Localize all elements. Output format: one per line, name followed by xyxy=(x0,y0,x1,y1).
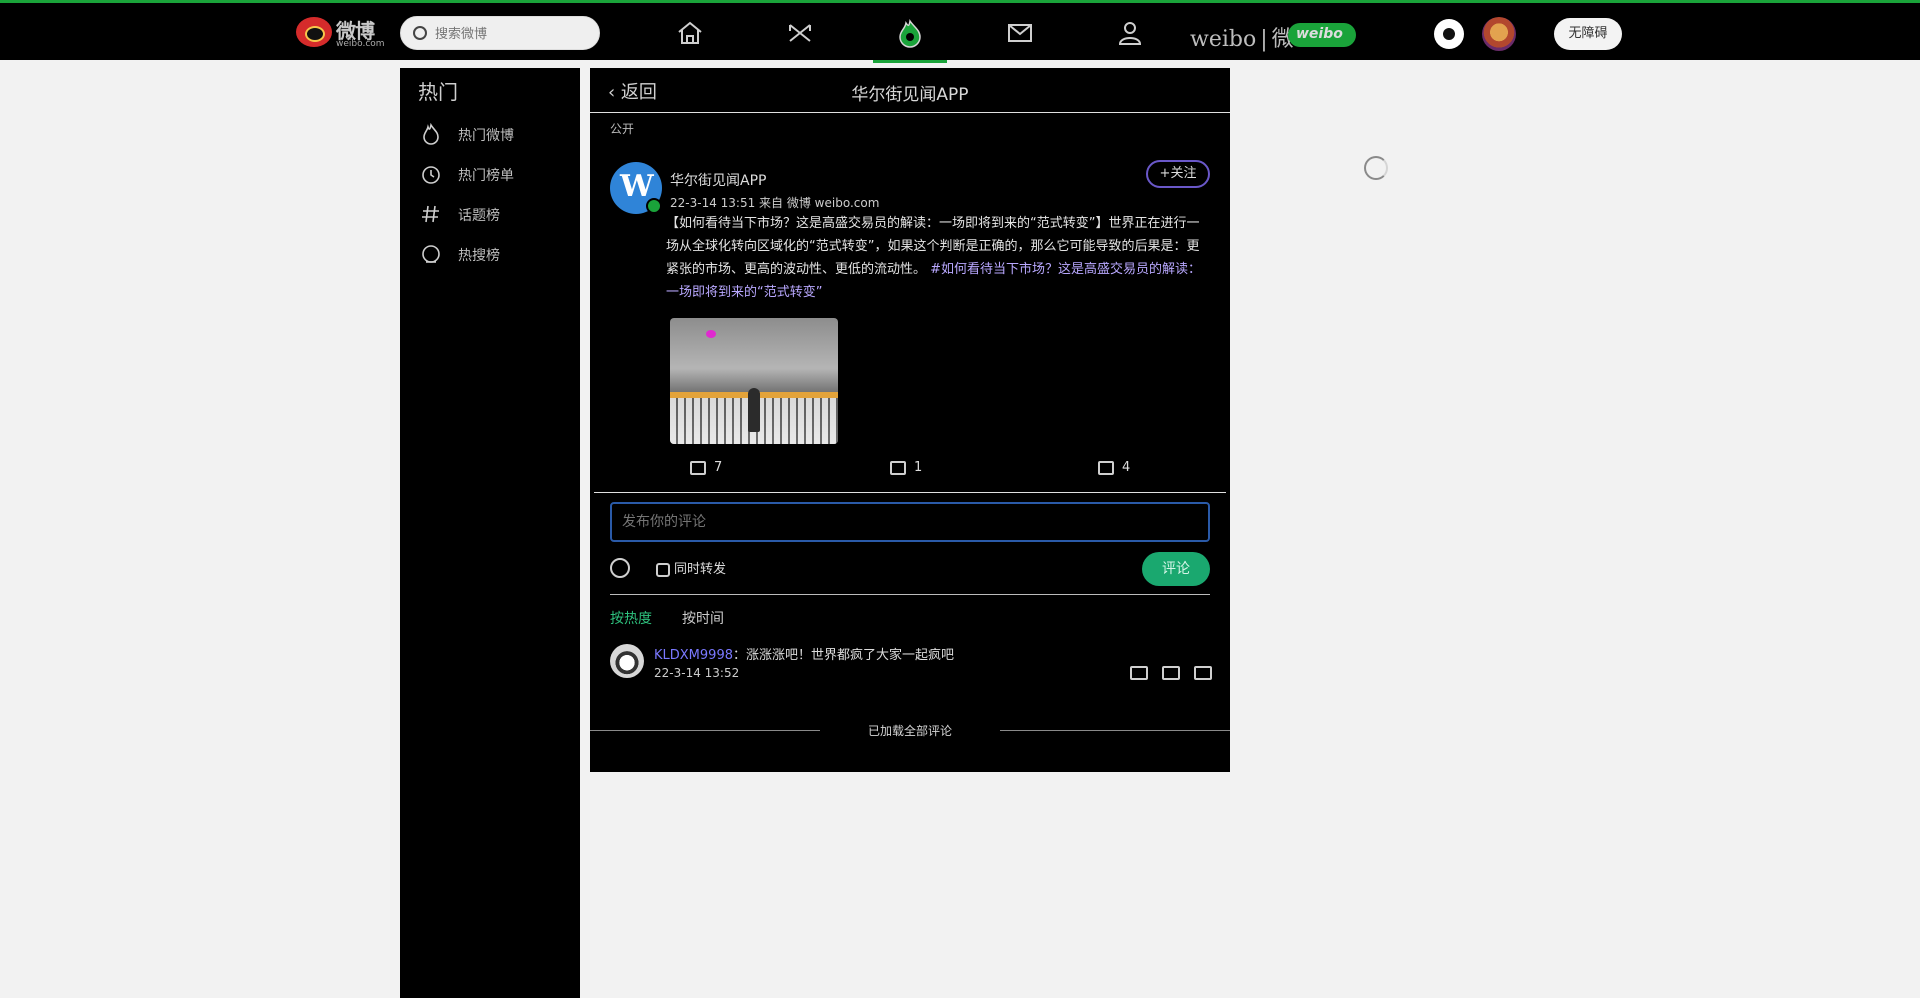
comment-text: ：涨涨涨吧！世界都疯了大家一起疯吧 xyxy=(732,648,954,663)
sidebar-item-label: 话题榜 xyxy=(458,208,500,224)
search-icon xyxy=(413,26,427,40)
profile-icon[interactable] xyxy=(1114,17,1146,49)
avatar[interactable] xyxy=(1482,17,1516,51)
comment-item: KLDXM9998：涨涨涨吧！世界都疯了大家一起疯吧 xyxy=(654,644,954,663)
comment-repost-icon[interactable] xyxy=(1130,666,1148,680)
image-detail xyxy=(706,330,716,338)
divider xyxy=(590,112,1230,113)
video-icon[interactable] xyxy=(784,17,816,49)
hot-sidebar: 热门 热门微博 热门榜单 话题榜 热搜榜 xyxy=(400,68,580,998)
comment-like-icon[interactable] xyxy=(1194,666,1212,680)
sidebar-title: 热门 xyxy=(418,80,458,104)
weibo-logo[interactable]: 微博 weibo.com xyxy=(296,11,390,51)
post-author-avatar[interactable]: W xyxy=(610,162,662,214)
emoji-icon[interactable] xyxy=(610,558,630,578)
post-meta: 22-3-14 13:51 来自 微博 weibo.com xyxy=(670,196,880,210)
active-nav-indicator xyxy=(873,60,947,63)
top-navbar: 微博 weibo.com weibo|微 weibo 无障碍 xyxy=(0,0,1920,63)
sort-by-time-tab[interactable]: 按时间 xyxy=(682,608,724,628)
post-detail-card: ‹ 返回 华尔街见闻APP 公开 W 华尔街见闻APP 22-3-14 13:5… xyxy=(590,68,1230,772)
home-icon[interactable] xyxy=(674,17,706,49)
divider xyxy=(594,492,1226,493)
hot-icon[interactable] xyxy=(894,17,926,49)
search-bar[interactable] xyxy=(400,16,600,50)
sidebar-item-label: 热门微博 xyxy=(458,128,514,144)
post-image[interactable] xyxy=(670,318,838,444)
comment-count: 1 xyxy=(914,460,923,475)
submit-comment-button[interactable]: 评论 xyxy=(1142,552,1210,586)
post-author-name[interactable]: 华尔街见闻APP xyxy=(670,170,766,190)
like-count: 4 xyxy=(1122,460,1131,475)
repost-option-label: 同时转发 xyxy=(674,562,727,577)
clock-icon xyxy=(422,166,440,184)
sidebar-item-hot-weibo[interactable]: 热门微博 xyxy=(418,120,568,148)
brand-text: weibo xyxy=(1190,27,1257,52)
image-detail xyxy=(748,388,760,432)
repost-button[interactable]: 7 xyxy=(690,460,722,475)
checkbox-icon xyxy=(656,562,670,577)
follow-button[interactable]: +关注 xyxy=(1146,160,1210,188)
accessibility-button[interactable]: 无障碍 xyxy=(1554,18,1622,50)
sidebar-item-topics[interactable]: 话题榜 xyxy=(418,200,568,228)
visibility-label: 公开 xyxy=(610,122,635,136)
repost-icon xyxy=(690,460,706,475)
theme-toggle-icon[interactable] xyxy=(1434,19,1464,49)
comment-field[interactable] xyxy=(610,502,1210,542)
logo-subtext: weibo.com xyxy=(336,39,385,49)
flame-icon xyxy=(423,123,439,145)
sort-by-hot-tab[interactable]: 按热度 xyxy=(610,608,652,628)
sidebar-item-hot-search[interactable]: 热搜榜 xyxy=(418,240,568,268)
repost-count: 7 xyxy=(714,460,723,475)
weibo-brand: weibo | 微 xyxy=(1190,27,1294,52)
search-trend-icon xyxy=(422,245,440,263)
loading-spinner-icon xyxy=(1364,156,1388,180)
sidebar-item-hot-list[interactable]: 热门榜单 xyxy=(418,160,568,188)
verified-badge-icon xyxy=(646,198,662,214)
sidebar-item-label: 热搜榜 xyxy=(458,248,500,264)
hashtag-icon xyxy=(422,205,439,223)
loaded-all-comments: 已加载全部评论 xyxy=(590,722,1230,739)
weibo-eye-logo-icon xyxy=(296,17,332,47)
comment-button[interactable]: 1 xyxy=(890,460,922,475)
repost-checkbox[interactable]: 同时转发 xyxy=(656,558,726,577)
commenter-avatar[interactable] xyxy=(610,644,644,678)
like-icon xyxy=(1098,460,1114,475)
comment-icon xyxy=(890,460,906,475)
brand-pill-text: weibo xyxy=(1296,26,1343,42)
comment-input[interactable] xyxy=(622,512,1182,532)
divider xyxy=(610,594,1210,595)
page-title: 华尔街见闻APP xyxy=(851,85,969,105)
like-button[interactable]: 4 xyxy=(1098,460,1130,475)
message-icon[interactable] xyxy=(1004,17,1036,49)
sidebar-item-label: 热门榜单 xyxy=(458,168,514,184)
brand-pill[interactable]: weibo xyxy=(1288,23,1356,47)
commenter-name[interactable]: KLDXM9998 xyxy=(654,648,733,663)
post-body: 【如何看待当下市场？这是高盛交易员的解读：一场即将到来的“范式转变”】世界正在进… xyxy=(666,212,1210,304)
comment-time: 22-3-14 13:52 xyxy=(654,666,740,680)
comment-reply-icon[interactable] xyxy=(1162,666,1180,680)
search-input[interactable] xyxy=(435,23,585,45)
